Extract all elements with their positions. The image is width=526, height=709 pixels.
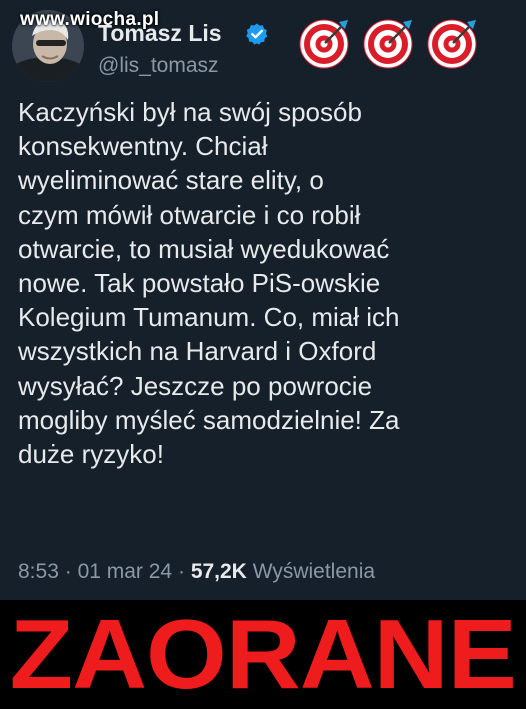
target-icon (299, 19, 349, 69)
tweet-time[interactable]: 8:53 (18, 560, 59, 583)
caption-banner: ZAORANE (0, 600, 526, 708)
views-label: Wyświetlenia (252, 560, 376, 583)
tweet-meta: 8:53 · 01 mar 24 · 57,2K Wyświetlenia (18, 560, 375, 584)
target-icon (363, 19, 413, 69)
target-icon (427, 19, 477, 69)
display-name[interactable]: Tomasz Lis (98, 20, 222, 47)
views-count[interactable]: 57,2K (191, 560, 247, 583)
banner-text: ZAORANE (9, 599, 517, 709)
username[interactable]: @lis_tomasz (98, 54, 219, 78)
tweet-card: www.wiocha.pl Tomasz Lis @lis_tomasz Kac… (0, 0, 526, 600)
meta-separator: · (177, 560, 185, 583)
meta-separator: · (64, 560, 72, 583)
tweet-text: Kaczyński był na swój sposób konsekwentn… (18, 97, 400, 470)
tweet-date[interactable]: 01 mar 24 (78, 560, 173, 583)
verified-badge-icon (246, 23, 268, 45)
